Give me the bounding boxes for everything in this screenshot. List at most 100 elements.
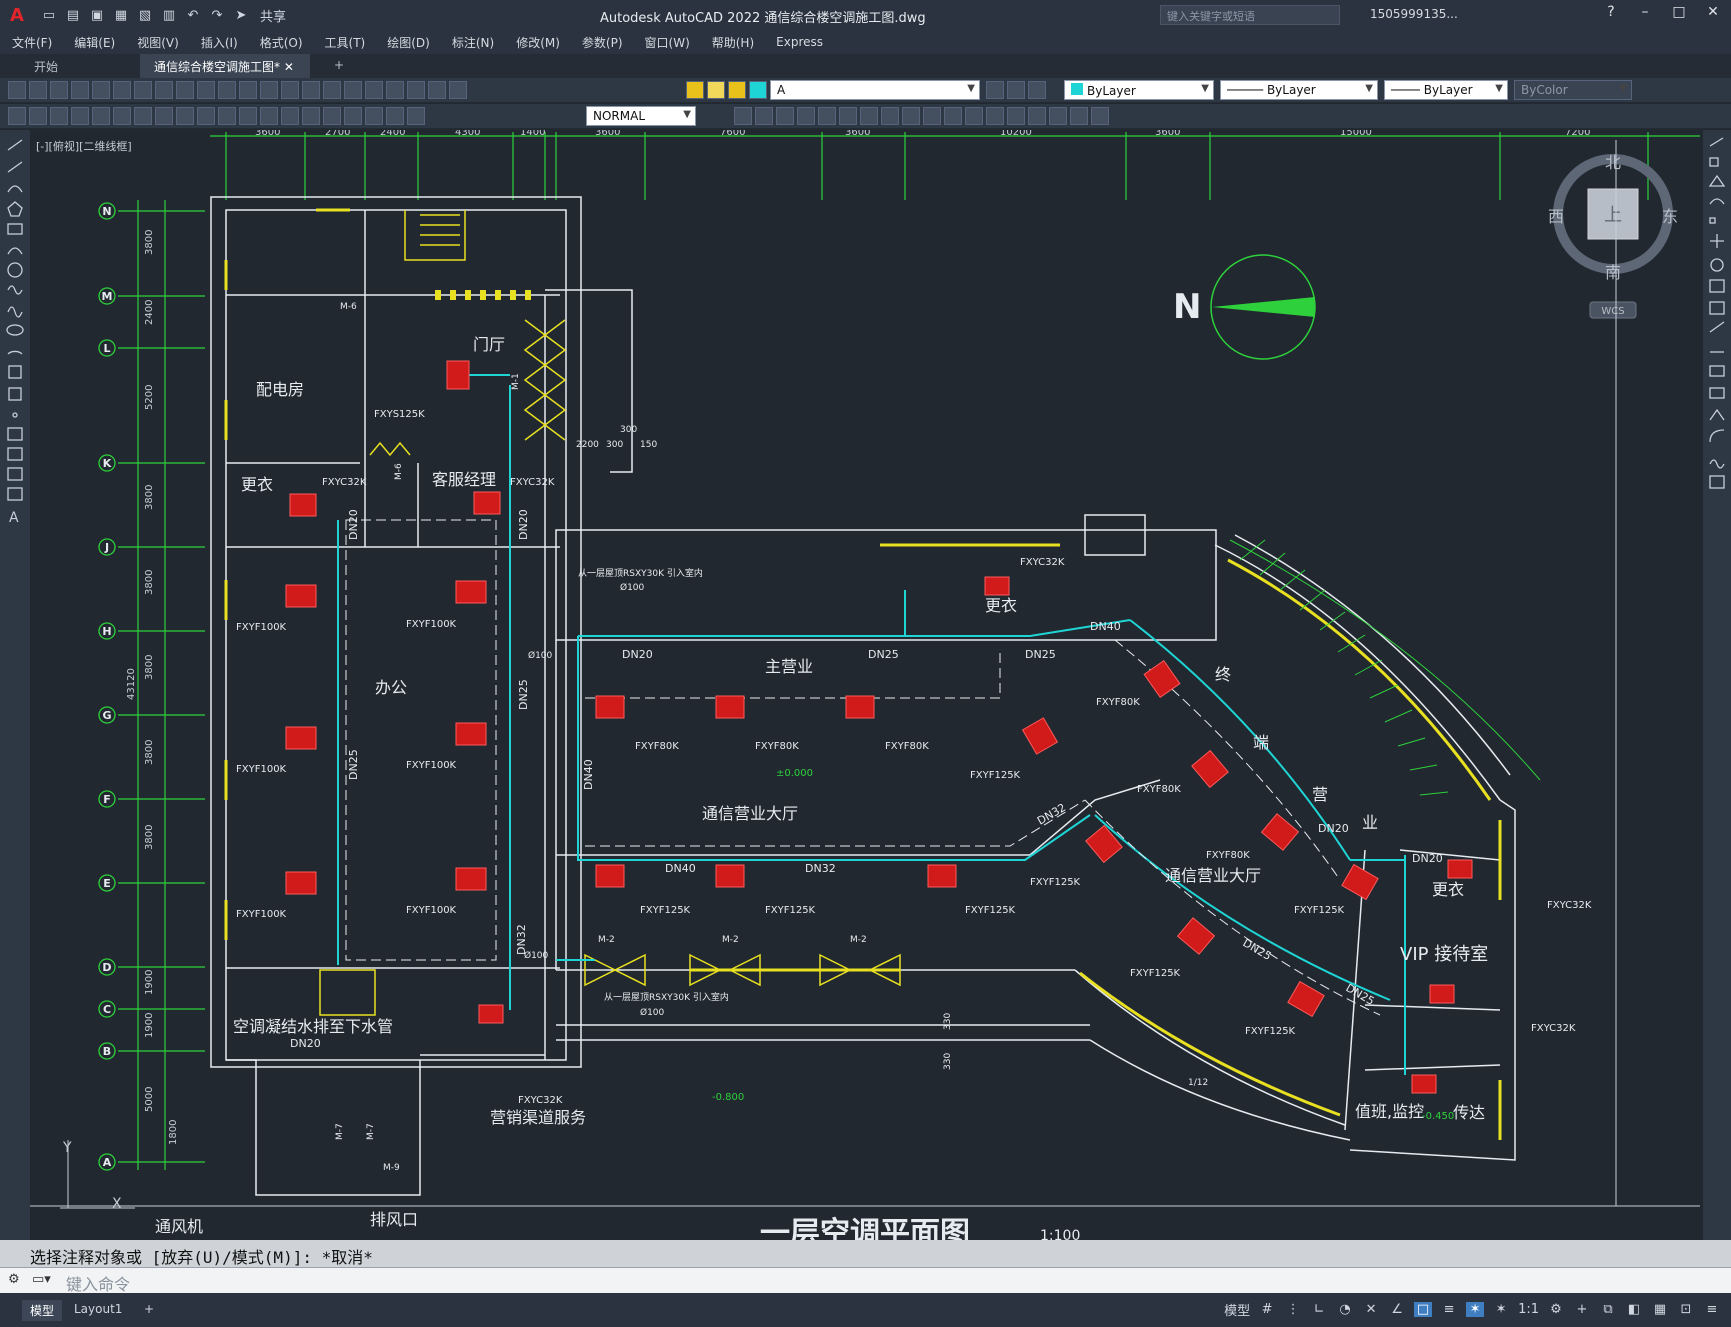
- ac-unit[interactable]: [1287, 980, 1325, 1018]
- ac-unit[interactable]: [455, 867, 487, 891]
- tab-start[interactable]: 开始: [20, 54, 72, 78]
- ac-unit[interactable]: [285, 726, 317, 750]
- ac-unit[interactable]: [1021, 717, 1059, 755]
- hatch-icon[interactable]: [7, 427, 23, 441]
- break-icon[interactable]: [944, 107, 962, 125]
- ac-unit[interactable]: [845, 695, 875, 719]
- autocad-logo-icon[interactable]: A: [0, 0, 34, 30]
- model-space-label[interactable]: 模型: [1224, 1300, 1250, 1319]
- trim-icon[interactable]: [902, 107, 920, 125]
- ac-unit[interactable]: [1341, 863, 1379, 901]
- save-icon[interactable]: ▣: [88, 6, 106, 24]
- tab-drawing[interactable]: 通信综合楼空调施工图* ✕: [140, 54, 310, 78]
- add-layout-button[interactable]: +: [136, 1300, 162, 1318]
- ac-unit[interactable]: [595, 695, 625, 719]
- layer-lock-icon[interactable]: [728, 81, 746, 99]
- table-icon[interactable]: [7, 487, 23, 501]
- rectangle-icon[interactable]: [7, 223, 23, 235]
- ac-unit[interactable]: [1085, 824, 1123, 864]
- viewcube-east[interactable]: 东: [1662, 207, 1678, 226]
- annotation-scale[interactable]: 1:1: [1518, 1302, 1539, 1317]
- copy-icon[interactable]: [155, 81, 173, 99]
- menu-parametric[interactable]: 参数(P): [582, 34, 623, 51]
- layer-freeze-icon[interactable]: [707, 81, 725, 99]
- array-icon[interactable]: [797, 107, 815, 125]
- copy-object-icon[interactable]: [734, 107, 752, 125]
- scale-icon[interactable]: [1709, 279, 1725, 293]
- center-mark-icon[interactable]: [302, 107, 320, 125]
- menu-file[interactable]: 文件(F): [12, 34, 52, 51]
- dim-jogged-icon[interactable]: [113, 107, 131, 125]
- stretch-icon[interactable]: [881, 107, 899, 125]
- clean-screen-icon[interactable]: ⊡: [1677, 1302, 1695, 1317]
- insert-block-icon[interactable]: [8, 365, 22, 379]
- jogged-linear-icon[interactable]: [344, 107, 362, 125]
- dim-diameter-icon[interactable]: [134, 107, 152, 125]
- menu-modify[interactable]: 修改(M): [516, 34, 560, 51]
- ac-unit[interactable]: [595, 864, 625, 888]
- viewcube[interactable]: 上 北 南 东 西 WCS: [1548, 153, 1678, 319]
- dim-ordinate-icon[interactable]: [71, 107, 89, 125]
- print-icon[interactable]: ▥: [160, 6, 178, 24]
- menu-insert[interactable]: 插入(I): [201, 34, 238, 51]
- maximize-icon[interactable]: □: [1669, 4, 1689, 20]
- ac-unit[interactable]: [984, 576, 1010, 596]
- move-icon[interactable]: [1710, 234, 1724, 248]
- redo-icon[interactable]: [239, 81, 257, 99]
- group-icon[interactable]: [1091, 107, 1109, 125]
- toolpalette-icon[interactable]: [344, 81, 362, 99]
- array-icon[interactable]: [1709, 217, 1716, 224]
- layer-manager-icon[interactable]: [449, 81, 467, 99]
- ac-unit[interactable]: [927, 864, 957, 888]
- chamfer-icon[interactable]: [986, 107, 1004, 125]
- dim-baseline-icon[interactable]: [197, 107, 215, 125]
- dim-aligned-icon[interactable]: [29, 107, 47, 125]
- help-icon[interactable]: ?: [1601, 4, 1621, 20]
- ac-unit[interactable]: [1260, 813, 1300, 851]
- lineweight-icon[interactable]: ≡: [1440, 1302, 1458, 1317]
- open-icon[interactable]: ▤: [64, 6, 82, 24]
- point-icon[interactable]: [12, 412, 18, 418]
- dim-break-icon[interactable]: [260, 107, 278, 125]
- inspect-icon[interactable]: [323, 107, 341, 125]
- mtext-icon[interactable]: A: [9, 510, 19, 526]
- units-icon[interactable]: ⧉: [1599, 1302, 1617, 1317]
- gradient-icon[interactable]: [7, 447, 23, 461]
- insert-icon[interactable]: [1070, 107, 1088, 125]
- revcloud-icon[interactable]: [7, 285, 23, 295]
- ac-unit[interactable]: [1191, 749, 1229, 789]
- open-icon[interactable]: [29, 81, 47, 99]
- fillet-icon[interactable]: [1709, 429, 1725, 443]
- command-input[interactable]: 键入命令: [66, 1271, 130, 1295]
- explode-icon[interactable]: [1028, 107, 1046, 125]
- ac-unit[interactable]: [715, 695, 745, 719]
- ellipse-icon[interactable]: [6, 324, 24, 336]
- dim-angular-icon[interactable]: [155, 107, 173, 125]
- ac-unit[interactable]: [1176, 917, 1216, 955]
- viewcube-west[interactable]: 西: [1548, 207, 1564, 226]
- calculator-icon[interactable]: [407, 81, 425, 99]
- plot-icon[interactable]: [71, 81, 89, 99]
- stretch-icon[interactable]: [1709, 301, 1725, 315]
- menu-draw[interactable]: 绘图(D): [387, 34, 430, 51]
- ac-unit[interactable]: [285, 871, 317, 895]
- fillet-icon[interactable]: [1007, 107, 1025, 125]
- undo-icon[interactable]: ↶: [184, 6, 202, 24]
- help-icon[interactable]: [428, 81, 446, 99]
- menu-tools[interactable]: 工具(T): [325, 34, 366, 51]
- extend-icon[interactable]: [923, 107, 941, 125]
- publish-icon[interactable]: [113, 81, 131, 99]
- matchprop-icon[interactable]: [197, 81, 215, 99]
- auto-scale-icon[interactable]: ✶: [1492, 1302, 1510, 1317]
- viewport-controls[interactable]: [-][俯视][二维线框]: [36, 138, 132, 154]
- undo-icon[interactable]: [218, 81, 236, 99]
- viewcube-north[interactable]: 北: [1605, 153, 1621, 172]
- ac-unit[interactable]: [473, 491, 501, 515]
- join-icon[interactable]: [965, 107, 983, 125]
- ac-unit[interactable]: [478, 1004, 504, 1024]
- explode-icon[interactable]: [1709, 475, 1725, 489]
- mirror-icon[interactable]: [1708, 174, 1726, 187]
- circle-icon[interactable]: [7, 262, 23, 278]
- copy-icon[interactable]: [1709, 157, 1719, 167]
- region-icon[interactable]: [7, 467, 23, 481]
